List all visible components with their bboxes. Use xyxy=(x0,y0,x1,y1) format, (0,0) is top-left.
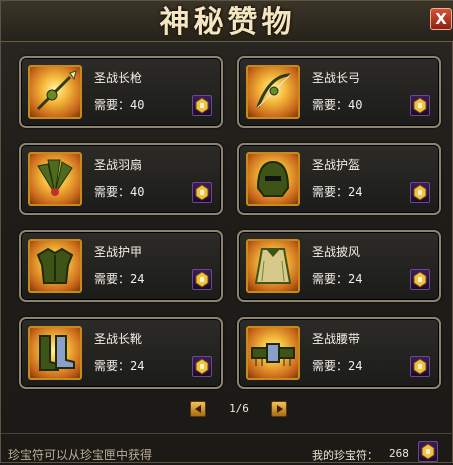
item-cost: 需要：24 xyxy=(94,357,144,374)
cost-value: 24 xyxy=(130,359,145,373)
item-cost: 需要：40 xyxy=(94,96,144,113)
bow-icon xyxy=(246,65,300,119)
treasure-token-icon xyxy=(410,182,430,203)
cost-value: 24 xyxy=(348,185,363,199)
treasure-token-icon xyxy=(192,95,212,116)
prev-page-button[interactable] xyxy=(190,401,206,417)
item-cost: 需要：24 xyxy=(312,357,362,374)
my-token-label: 我的珍宝符： xyxy=(312,449,378,462)
item-card[interactable]: 圣战腰带 需要：24 xyxy=(237,317,441,389)
helmet-icon xyxy=(246,152,300,206)
footer: 珍宝符可以从珍宝匣中获得 我的珍宝符： 268 xyxy=(1,433,453,465)
close-button[interactable]: X xyxy=(430,8,452,30)
armor-icon xyxy=(28,239,82,293)
spear-icon xyxy=(28,65,82,119)
next-page-button[interactable] xyxy=(271,401,287,417)
item-card[interactable]: 圣战护盔 需要：24 xyxy=(237,143,441,215)
my-token-count: 268 xyxy=(389,447,409,460)
item-card[interactable]: 圣战披风 需要：24 xyxy=(237,230,441,302)
window-title: 神秘赞物 xyxy=(159,5,296,40)
item-grid: 圣战长枪 需要：40 圣战长弓 需要：40 圣战羽扇 需要：40 圣战护盔 需要… xyxy=(19,56,441,396)
cost-label: 需要： xyxy=(312,185,349,199)
hint-text: 珍宝符可以从珍宝匣中获得 xyxy=(8,448,153,462)
cost-value: 24 xyxy=(130,272,145,286)
item-cost: 需要：24 xyxy=(312,183,362,200)
boots-icon xyxy=(28,326,82,380)
cost-label: 需要： xyxy=(312,272,349,286)
cost-value: 40 xyxy=(348,98,363,112)
cost-label: 需要： xyxy=(94,185,131,199)
belt-icon xyxy=(246,326,300,380)
item-cost: 需要：24 xyxy=(94,270,144,287)
item-name: 圣战长枪 xyxy=(94,71,143,85)
treasure-token-icon xyxy=(192,356,212,377)
item-name: 圣战长靴 xyxy=(94,332,143,346)
treasure-token-icon xyxy=(418,441,438,462)
item-card[interactable]: 圣战长靴 需要：24 xyxy=(19,317,223,389)
cost-value: 24 xyxy=(348,272,363,286)
feather-fan-icon xyxy=(28,152,82,206)
item-card[interactable]: 圣战护甲 需要：24 xyxy=(19,230,223,302)
treasure-window: 神秘赞物 X 圣战长枪 需要：40 圣战长弓 需要：40 圣战羽扇 需要：40 … xyxy=(0,0,453,463)
item-card[interactable]: 圣战长弓 需要：40 xyxy=(237,56,441,128)
item-card[interactable]: 圣战长枪 需要：40 xyxy=(19,56,223,128)
cost-label: 需要： xyxy=(94,272,131,286)
treasure-token-icon xyxy=(192,269,212,290)
treasure-token-icon xyxy=(410,356,430,377)
item-card[interactable]: 圣战羽扇 需要：40 xyxy=(19,143,223,215)
item-cost: 需要：40 xyxy=(94,183,144,200)
item-name: 圣战披风 xyxy=(312,245,361,259)
item-name: 圣战护盔 xyxy=(312,158,361,172)
page-indicator: 1/6 xyxy=(229,402,249,415)
cost-value: 24 xyxy=(348,359,363,373)
item-cost: 需要：40 xyxy=(312,96,362,113)
pagination: 1/6 xyxy=(1,401,452,419)
item-name: 圣战护甲 xyxy=(94,245,143,259)
cost-label: 需要： xyxy=(94,359,131,373)
treasure-token-icon xyxy=(410,95,430,116)
item-name: 圣战腰带 xyxy=(312,332,361,346)
item-name: 圣战长弓 xyxy=(312,71,361,85)
cost-value: 40 xyxy=(130,185,145,199)
cloak-icon xyxy=(246,239,300,293)
cost-label: 需要： xyxy=(312,98,349,112)
cost-label: 需要： xyxy=(312,359,349,373)
item-cost: 需要：24 xyxy=(312,270,362,287)
cost-value: 40 xyxy=(130,98,145,112)
item-name: 圣战羽扇 xyxy=(94,158,143,172)
cost-label: 需要： xyxy=(94,98,131,112)
title-bar: 神秘赞物 X xyxy=(1,1,453,42)
treasure-token-icon xyxy=(410,269,430,290)
treasure-token-icon xyxy=(192,182,212,203)
